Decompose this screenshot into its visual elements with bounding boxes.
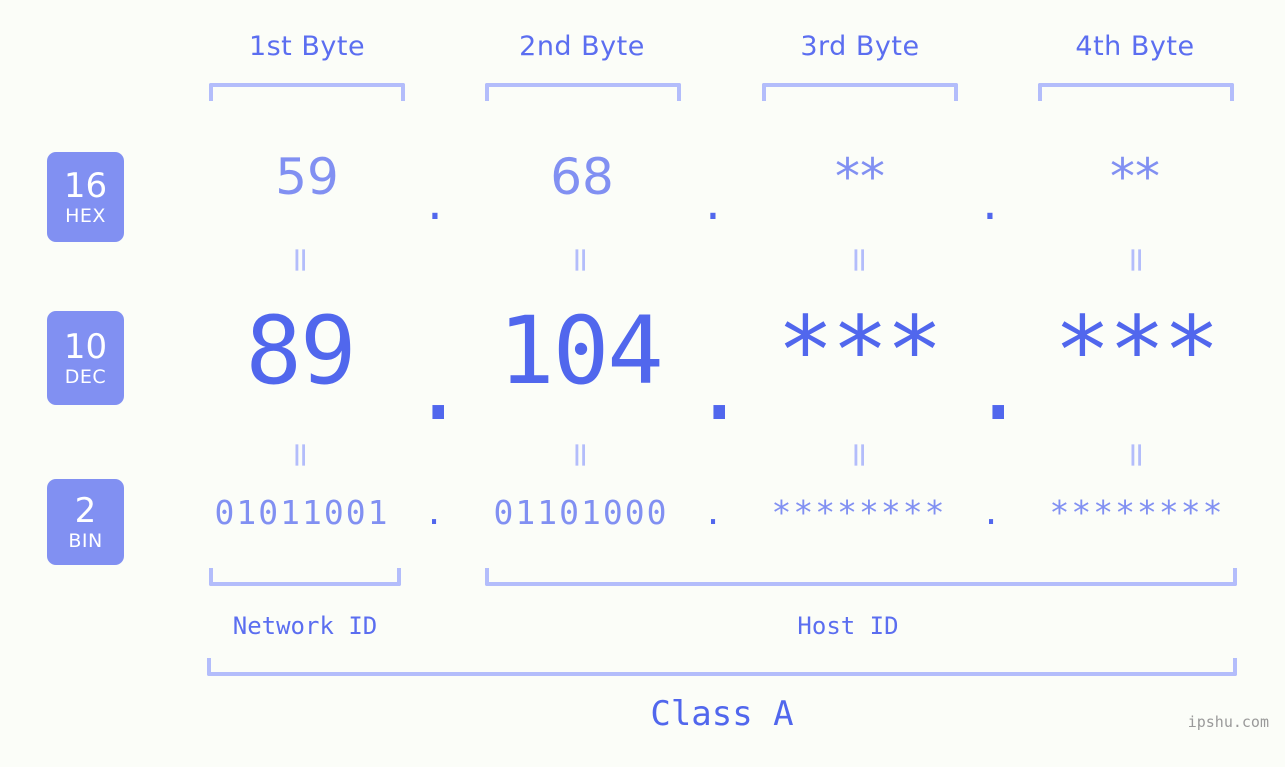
dec-separator-3: . — [970, 333, 1027, 442]
ip-address-breakdown-diagram: 1st Byte 2nd Byte 3rd Byte 4th Byte 16 H… — [0, 0, 1285, 767]
dec-byte-2: 104 — [498, 297, 664, 406]
bin-byte-2: 01101000 — [493, 493, 669, 532]
dec-byte-3: *** — [777, 297, 943, 406]
equals-mark-dec-bin-3: = — [839, 440, 879, 470]
base-badge-dec-number: 10 — [63, 326, 108, 367]
base-badge-dec-name: DEC — [64, 365, 107, 388]
equals-mark-dec-bin-2: = — [560, 440, 600, 470]
dec-byte-4: *** — [1054, 297, 1220, 406]
bin-byte-1: 01011001 — [214, 493, 390, 532]
hex-byte-3: ** — [835, 148, 885, 206]
hex-byte-4: ** — [1110, 148, 1160, 206]
host-id-bracket — [485, 568, 1237, 586]
equals-mark-hex-dec-2: = — [560, 245, 600, 275]
equals-mark-hex-dec-4: = — [1116, 245, 1156, 275]
class-label: Class A — [650, 694, 794, 734]
equals-mark-hex-dec-3: = — [839, 245, 879, 275]
byte-header-4: 4th Byte — [1075, 31, 1195, 62]
dec-separator-2: . — [691, 333, 748, 442]
base-badge-hex-name: HEX — [65, 204, 106, 227]
hex-byte-1: 59 — [275, 148, 339, 206]
bin-byte-4: ******** — [1049, 493, 1225, 532]
equals-mark-hex-dec-1: = — [280, 245, 320, 275]
equals-mark-dec-bin-1: = — [280, 440, 320, 470]
byte-bracket-3 — [762, 83, 958, 101]
base-badge-bin-number: 2 — [74, 490, 97, 531]
network-id-bracket — [209, 568, 401, 586]
hex-byte-2: 68 — [550, 148, 614, 206]
base-badge-bin: 2 BIN — [47, 479, 124, 565]
hex-separator-1: . — [427, 173, 443, 231]
host-id-label: Host ID — [797, 612, 899, 640]
network-id-label: Network ID — [232, 612, 378, 640]
base-badge-hex: 16 HEX — [47, 152, 124, 242]
byte-header-1: 1st Byte — [248, 31, 366, 62]
base-badge-hex-number: 16 — [63, 165, 108, 206]
byte-bracket-1 — [209, 83, 405, 101]
equals-mark-dec-bin-4: = — [1116, 440, 1156, 470]
bin-separator-1: . — [424, 493, 444, 532]
base-badge-dec: 10 DEC — [47, 311, 124, 405]
base-badge-bin-name: BIN — [68, 529, 103, 552]
bin-byte-3: ******** — [771, 493, 947, 532]
byte-header-2: 2nd Byte — [519, 31, 645, 62]
hex-separator-3: . — [982, 173, 998, 231]
byte-bracket-4 — [1038, 83, 1234, 101]
site-watermark: ipshu.com — [1187, 713, 1269, 731]
class-bracket — [207, 658, 1237, 676]
byte-header-3: 3rd Byte — [800, 31, 920, 62]
dec-byte-1: 89 — [245, 297, 356, 406]
bin-separator-2: . — [703, 493, 723, 532]
dec-separator-1: . — [410, 333, 467, 442]
bin-separator-3: . — [981, 493, 1001, 532]
byte-bracket-2 — [485, 83, 681, 101]
hex-separator-2: . — [705, 173, 721, 231]
